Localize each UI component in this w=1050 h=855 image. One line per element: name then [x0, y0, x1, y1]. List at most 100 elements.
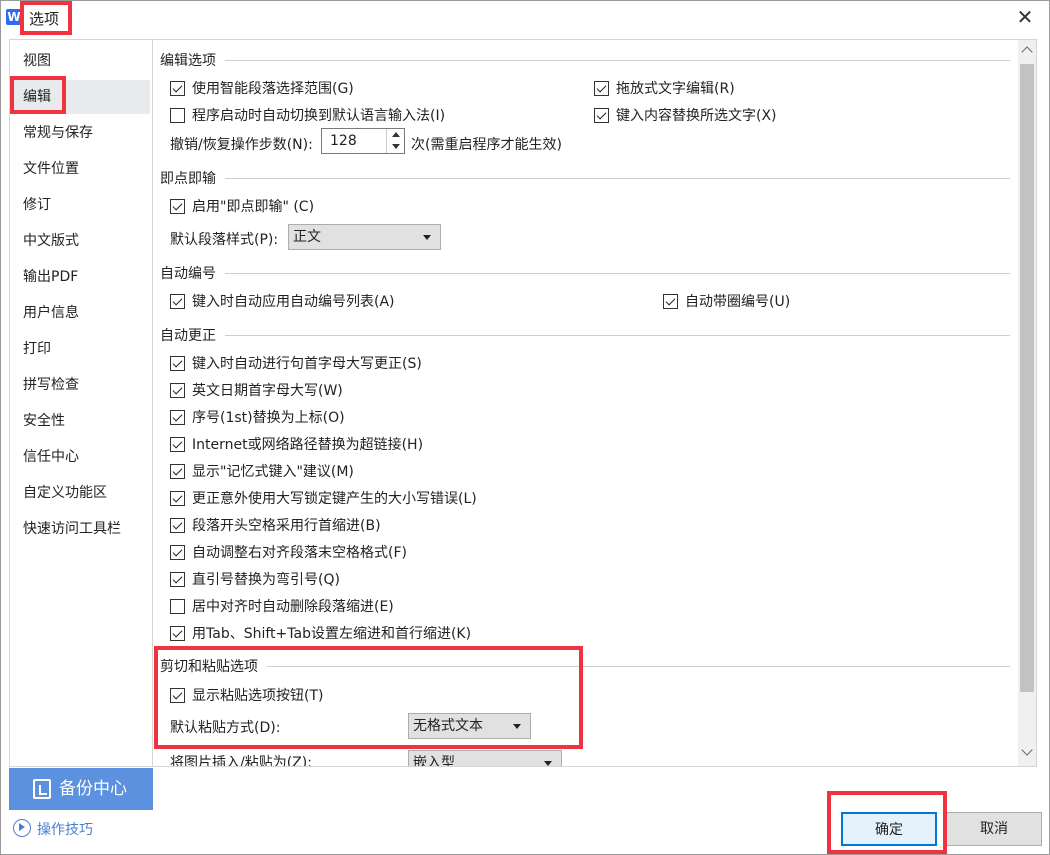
checkbox[interactable] — [170, 293, 185, 309]
sidebar-item-edit[interactable]: 编辑 — [11, 80, 150, 114]
section-title-auto-correct: 自动更正 — [160, 328, 216, 344]
backup-center-label: 备份中心 — [59, 779, 127, 799]
option-auto-ime[interactable]: 程序启动时自动切换到默认语言输入法(I) — [170, 105, 445, 125]
checkbox[interactable] — [170, 463, 185, 479]
sidebar-item-revision[interactable]: 修订 — [11, 188, 150, 222]
sidebar-item-chinese-layout[interactable]: 中文版式 — [11, 224, 150, 258]
checkbox[interactable] — [170, 687, 185, 703]
checkbox[interactable] — [170, 382, 185, 398]
section-divider — [225, 178, 1010, 179]
default-paste-value: 无格式文本 — [413, 718, 483, 734]
option-label: 序号(1st)替换为上标(O) — [192, 410, 345, 426]
options-content: 编辑选项 使用智能段落选择范围(G) 拖放式文字编辑(R) 程序启动时自动切换到… — [153, 39, 1037, 767]
stepper-buttons[interactable] — [386, 129, 404, 153]
sidebar-item-export-pdf[interactable]: 输出PDF — [11, 260, 150, 294]
option-label: 程序启动时自动切换到默认语言输入法(I) — [192, 108, 446, 124]
cancel-button[interactable]: 取消 — [946, 812, 1042, 846]
chevron-down-icon — [513, 724, 521, 729]
option-label: 键入内容替换所选文字(X) — [616, 108, 777, 124]
sidebar: 视图 编辑 常规与保存 文件位置 修订 中文版式 输出PDF 用户信息 打印 拼… — [9, 39, 153, 767]
sidebar-item-security[interactable]: 安全性 — [11, 404, 150, 438]
sidebar-item-print[interactable]: 打印 — [11, 332, 150, 366]
play-circle-icon — [13, 819, 31, 837]
image-paste-select[interactable]: 嵌入型 — [408, 750, 562, 766]
tips-link[interactable]: 操作技巧 — [13, 819, 93, 839]
chevron-down-icon — [423, 235, 431, 240]
option-label: 直引号替换为弯引号(Q) — [192, 572, 340, 588]
option-autocorrect-5[interactable]: 显示"记忆式键入"建议(M) — [170, 461, 354, 481]
option-autocorrect-8[interactable]: 自动调整右对齐段落末空格格式(F) — [170, 542, 407, 562]
undo-steps-stepper[interactable]: 128 — [321, 128, 405, 154]
option-show-paste-button[interactable]: 显示粘贴选项按钮(T) — [170, 685, 323, 705]
option-autocorrect-6[interactable]: 更正意外使用大写锁定键产生的大小写错误(L) — [170, 488, 477, 508]
default-paste-select[interactable]: 无格式文本 — [408, 713, 531, 739]
options-dialog: W 选项 ✕ 视图 编辑 常规与保存 文件位置 修订 中文版式 输出PDF 用户… — [0, 0, 1050, 855]
ok-button[interactable]: 确定 — [841, 812, 937, 846]
option-label: 段落开头空格采用行首缩进(B) — [192, 518, 381, 534]
scroll-up-icon[interactable] — [1021, 46, 1033, 58]
checkbox[interactable] — [594, 107, 609, 123]
section-divider — [225, 335, 1010, 336]
sidebar-item-spell-check[interactable]: 拼写检查 — [11, 368, 150, 402]
checkbox[interactable] — [170, 107, 185, 123]
stepper-up-icon[interactable] — [392, 132, 400, 137]
option-replace-selection[interactable]: 键入内容替换所选文字(X) — [594, 105, 777, 125]
checkbox[interactable] — [170, 625, 185, 641]
sidebar-item-file-location[interactable]: 文件位置 — [11, 152, 150, 186]
checkbox[interactable] — [170, 80, 185, 96]
option-autocorrect-2[interactable]: 英文日期首字母大写(W) — [170, 380, 343, 400]
option-label: 使用智能段落选择范围(G) — [192, 81, 354, 97]
checkbox[interactable] — [170, 198, 185, 214]
sidebar-item-user-info[interactable]: 用户信息 — [11, 296, 150, 330]
window-title: 选项 — [29, 10, 60, 28]
checkbox[interactable] — [594, 80, 609, 96]
scroll-thumb[interactable] — [1020, 64, 1034, 692]
option-autocorrect-1[interactable]: 键入时自动进行句首字母大写更正(S) — [170, 353, 422, 373]
option-label: 拖放式文字编辑(R) — [616, 81, 735, 97]
option-auto-list[interactable]: 键入时自动应用自动编号列表(A) — [170, 291, 395, 311]
option-circle-number[interactable]: 自动带圈编号(U) — [663, 291, 790, 311]
sidebar-item-view[interactable]: 视图 — [11, 44, 150, 78]
para-style-select[interactable]: 正文 — [288, 224, 441, 250]
content-scrollbar[interactable] — [1018, 40, 1036, 766]
checkbox[interactable] — [170, 517, 185, 533]
checkbox[interactable] — [170, 544, 185, 560]
option-autocorrect-3[interactable]: 序号(1st)替换为上标(O) — [170, 407, 345, 427]
section-title-paste: 剪切和粘贴选项 — [160, 659, 258, 675]
sidebar-item-customize-ribbon[interactable]: 自定义功能区 — [11, 476, 150, 510]
tips-label: 操作技巧 — [37, 822, 93, 838]
checkbox[interactable] — [170, 598, 185, 614]
option-drag-edit[interactable]: 拖放式文字编辑(R) — [594, 78, 735, 98]
close-icon[interactable]: ✕ — [1013, 5, 1037, 29]
option-label: 键入时自动进行句首字母大写更正(S) — [192, 356, 422, 372]
option-autocorrect-10[interactable]: 居中对齐时自动删除段落缩进(E) — [170, 596, 394, 616]
section-title-click-type: 即点即输 — [160, 171, 216, 187]
scroll-down-icon[interactable] — [1021, 744, 1033, 756]
option-autocorrect-4[interactable]: Internet或网络路径替换为超链接(H) — [170, 434, 423, 454]
para-style-label: 默认段落样式(P): — [170, 232, 279, 248]
checkbox[interactable] — [663, 293, 678, 309]
option-label: 显示粘贴选项按钮(T) — [192, 688, 324, 704]
section-title-auto-number: 自动编号 — [160, 266, 216, 282]
option-enable-click-type[interactable]: 启用"即点即输" (C) — [170, 196, 314, 216]
option-autocorrect-9[interactable]: 直引号替换为弯引号(Q) — [170, 569, 340, 589]
checkbox[interactable] — [170, 355, 185, 371]
checkbox[interactable] — [170, 409, 185, 425]
sidebar-item-trust-center[interactable]: 信任中心 — [11, 440, 150, 474]
backup-center-button[interactable]: 备份中心 — [9, 768, 153, 810]
section-title-edit: 编辑选项 — [160, 53, 216, 69]
sidebar-item-general-save[interactable]: 常规与保存 — [11, 116, 150, 150]
chevron-down-icon — [544, 761, 552, 766]
checkbox[interactable] — [170, 490, 185, 506]
option-smart-para[interactable]: 使用智能段落选择范围(G) — [170, 78, 354, 98]
undo-steps-value: 128 — [330, 133, 357, 149]
checkbox[interactable] — [170, 571, 185, 587]
option-autocorrect-7[interactable]: 段落开头空格采用行首缩进(B) — [170, 515, 381, 535]
option-label: 英文日期首字母大写(W) — [192, 383, 343, 399]
stepper-down-icon[interactable] — [392, 144, 400, 149]
checkbox[interactable] — [170, 436, 185, 452]
option-label: 显示"记忆式键入"建议(M) — [192, 464, 354, 480]
section-divider — [267, 666, 1010, 667]
option-autocorrect-11[interactable]: 用Tab、Shift+Tab设置左缩进和首行缩进(K) — [170, 623, 471, 643]
sidebar-item-quick-access[interactable]: 快速访问工具栏 — [11, 512, 150, 546]
